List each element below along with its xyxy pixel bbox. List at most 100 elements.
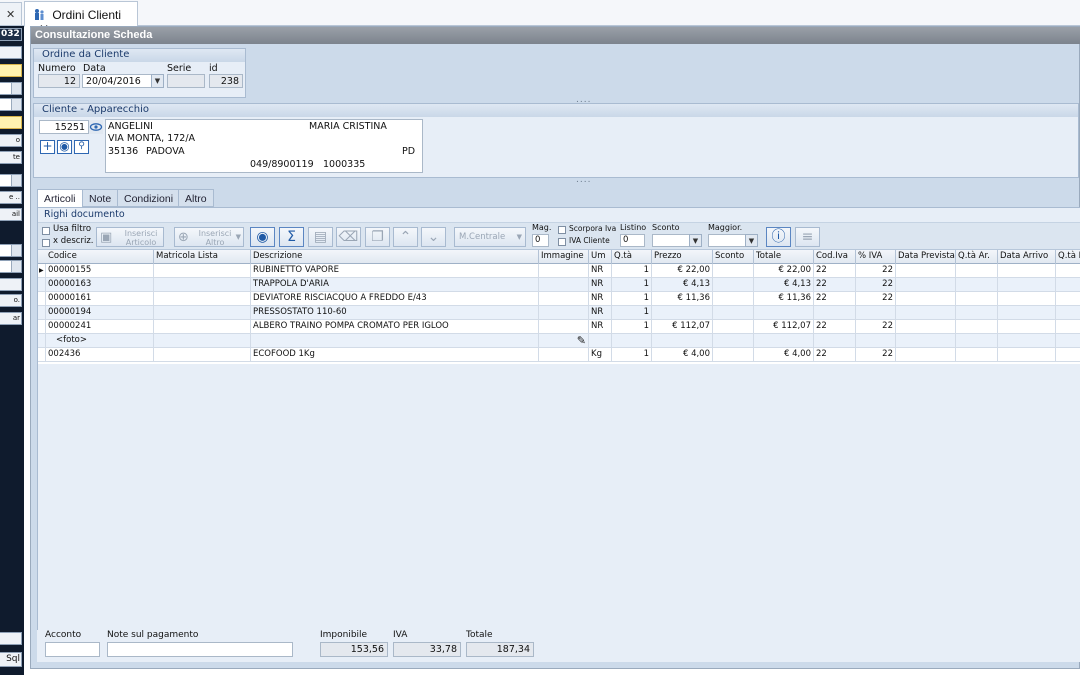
magazzino-dropdown[interactable]: M.Centrale ▼: [454, 227, 526, 247]
cell-piva[interactable]: 22: [856, 264, 896, 278]
tab-ordini-clienti[interactable]: Ordini Clienti ✕: [24, 1, 138, 36]
cell-um[interactable]: NR: [589, 306, 612, 320]
cell-codiva[interactable]: 22: [814, 320, 856, 334]
cell-empty[interactable]: [998, 334, 1056, 348]
cell-sconto[interactable]: [713, 264, 754, 278]
column-header[interactable]: Um: [589, 250, 612, 264]
column-header[interactable]: Data Prevista: [896, 250, 956, 264]
cell-empty[interactable]: [896, 264, 956, 278]
cell-empty[interactable]: [956, 334, 998, 348]
tab-condizioni[interactable]: Condizioni: [117, 189, 181, 207]
chevron-down-icon[interactable]: ▼: [689, 234, 702, 247]
cell-descrizione[interactable]: DEVIATORE RISCIACQUO A FREDDO E/43: [251, 292, 539, 306]
sidebar-field-highlight[interactable]: [0, 116, 22, 129]
cell-qta[interactable]: 1: [612, 348, 652, 362]
cell-codice[interactable]: 00000163: [46, 278, 154, 292]
cell-empty[interactable]: [1056, 278, 1080, 292]
cell-matricola[interactable]: [154, 292, 251, 306]
cell-sconto[interactable]: [713, 320, 754, 334]
cell-piva[interactable]: 22: [856, 320, 896, 334]
tab-note[interactable]: Note: [82, 189, 119, 207]
cell-um[interactable]: [589, 334, 612, 348]
x-descriz-checkbox[interactable]: [42, 239, 50, 247]
sidebar-button[interactable]: o.: [0, 294, 22, 307]
sidebar-field[interactable]: [0, 46, 22, 59]
cell-immagine[interactable]: [539, 320, 589, 334]
cell-codice[interactable]: <foto>: [46, 334, 154, 348]
cell-immagine[interactable]: [539, 292, 589, 306]
cell-piva[interactable]: 22: [856, 278, 896, 292]
cell-prezzo[interactable]: [652, 334, 713, 348]
column-header[interactable]: Prezzo: [652, 250, 713, 264]
cell-empty[interactable]: [896, 292, 956, 306]
cell-empty[interactable]: [1056, 334, 1080, 348]
cell-sconto[interactable]: [713, 348, 754, 362]
table-button[interactable]: ▤: [308, 227, 333, 247]
cell-matricola[interactable]: [154, 306, 251, 320]
cell-totale[interactable]: [754, 334, 814, 348]
cell-sconto[interactable]: [713, 306, 754, 320]
cell-empty[interactable]: [1056, 320, 1080, 334]
help-button[interactable]: ⓘ: [766, 227, 791, 247]
cell-codiva[interactable]: 22: [814, 348, 856, 362]
cell-codiva[interactable]: 22: [814, 264, 856, 278]
column-header[interactable]: Data Arrivo: [998, 250, 1056, 264]
sidebar-dropdown[interactable]: [0, 174, 22, 187]
cell-prezzo[interactable]: [652, 306, 713, 320]
cell-sconto[interactable]: [713, 278, 754, 292]
column-header[interactable]: % IVA: [856, 250, 896, 264]
numero-field[interactable]: 12: [38, 74, 80, 88]
serie-field[interactable]: [167, 74, 205, 88]
cell-empty[interactable]: [998, 348, 1056, 362]
cell-prezzo[interactable]: € 22,00: [652, 264, 713, 278]
cell-empty[interactable]: [1056, 348, 1080, 362]
cell-codice[interactable]: 00000241: [46, 320, 154, 334]
cell-empty[interactable]: [1056, 264, 1080, 278]
sidebar-field-highlight[interactable]: [0, 64, 22, 77]
move-down-button[interactable]: ⌄: [421, 227, 446, 247]
cell-prezzo[interactable]: € 112,07: [652, 320, 713, 334]
cell-empty[interactable]: [998, 320, 1056, 334]
cell-totale[interactable]: € 112,07: [754, 320, 814, 334]
cell-immagine[interactable]: [539, 278, 589, 292]
table-row[interactable]: ▶ 00000155 RUBINETTO VAPORE NR 1 € 22,00 € 22,…: [38, 264, 1080, 278]
sidebar-field[interactable]: [0, 278, 22, 291]
cell-totale[interactable]: € 22,00: [754, 264, 814, 278]
cell-um[interactable]: NR: [589, 320, 612, 334]
cell-codice[interactable]: 00000155: [46, 264, 154, 278]
cell-empty[interactable]: [1056, 306, 1080, 320]
cell-empty[interactable]: [896, 348, 956, 362]
cell-piva[interactable]: [856, 306, 896, 320]
cell-matricola[interactable]: [154, 264, 251, 278]
cell-matricola[interactable]: [154, 278, 251, 292]
cell-matricola[interactable]: [154, 320, 251, 334]
eye-icon[interactable]: [89, 120, 103, 134]
tab-articoli[interactable]: Articoli: [37, 189, 83, 208]
scorpora-iva-checkbox[interactable]: [558, 226, 566, 234]
view-icon[interactable]: ◉: [57, 140, 72, 154]
cell-qta[interactable]: 1: [612, 320, 652, 334]
column-header[interactable]: Matricola Lista: [154, 250, 251, 264]
add-icon[interactable]: +: [40, 140, 55, 154]
cell-empty[interactable]: [896, 278, 956, 292]
cell-qta[interactable]: [612, 334, 652, 348]
cell-sconto[interactable]: [713, 292, 754, 306]
cell-prezzo[interactable]: € 11,36: [652, 292, 713, 306]
column-header[interactable]: Q.tà Ev: [1056, 250, 1080, 264]
splitter-handle[interactable]: ....: [576, 175, 591, 185]
cell-um[interactable]: NR: [589, 264, 612, 278]
sidebar-button[interactable]: te: [0, 151, 22, 164]
chevron-down-icon[interactable]: ▼: [151, 74, 164, 88]
cell-piva[interactable]: 22: [856, 292, 896, 306]
cell-codiva[interactable]: [814, 334, 856, 348]
table-row[interactable]: 00000194 PRESSOSTATO 110-60 NR 1: [38, 306, 1080, 320]
view-button[interactable]: ◉: [250, 227, 275, 247]
cell-immagine[interactable]: [539, 306, 589, 320]
maggior-field[interactable]: [708, 234, 748, 247]
cell-empty[interactable]: [896, 334, 956, 348]
cell-empty[interactable]: [896, 306, 956, 320]
column-header[interactable]: Q.tà Ar.: [956, 250, 998, 264]
column-header[interactable]: Immagine: [539, 250, 589, 264]
sidebar-dropdown[interactable]: [0, 98, 22, 111]
cell-qta[interactable]: 1: [612, 306, 652, 320]
